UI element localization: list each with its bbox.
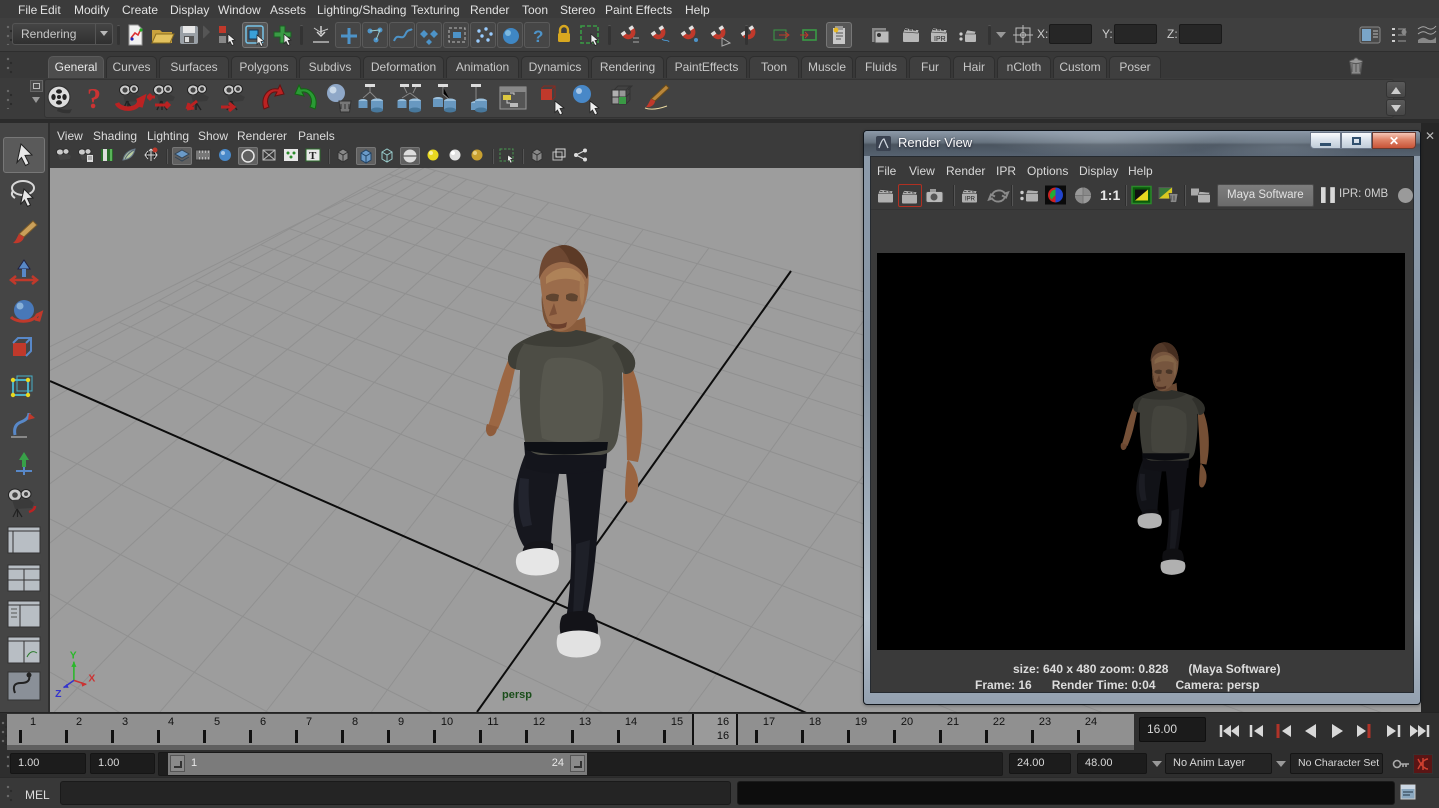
svg-text:X: X	[88, 673, 95, 684]
svg-text:?: ?	[87, 84, 101, 115]
svg-text:T: T	[309, 150, 317, 162]
svg-text:Y: Y	[70, 651, 77, 662]
svg-text:IPR: IPR	[934, 36, 946, 43]
svg-text:?: ?	[533, 27, 543, 46]
svg-text:Z: Z	[55, 689, 62, 698]
svg-text:IPR: IPR	[965, 197, 976, 203]
